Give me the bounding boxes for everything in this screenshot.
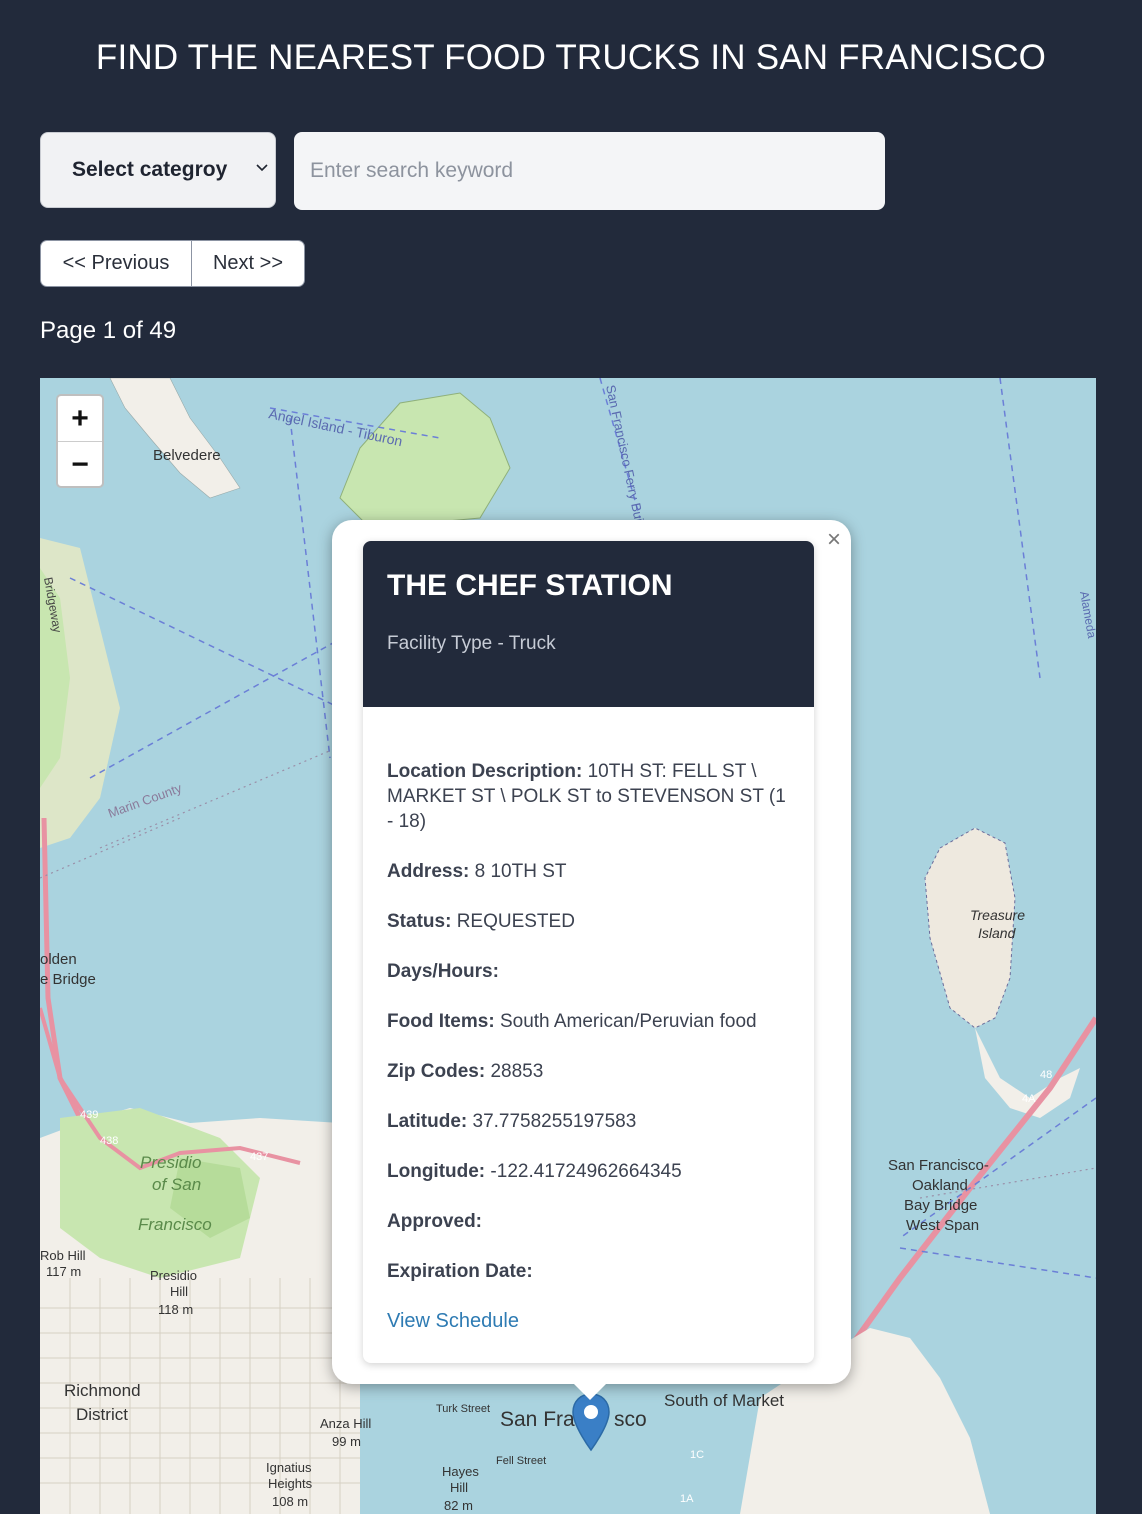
svg-text:117 m: 117 m bbox=[46, 1264, 81, 1279]
popup-tip bbox=[573, 1383, 607, 1400]
svg-text:Turk Street: Turk Street bbox=[436, 1403, 490, 1415]
truck-popup: × THE CHEF STATION Facility Type - Truck… bbox=[332, 520, 851, 1384]
svg-text:Ignatius: Ignatius bbox=[266, 1460, 312, 1475]
page-title: FIND THE NEAREST FOOD TRUCKS IN SAN FRAN… bbox=[95, 38, 1047, 77]
detail-location: Location Description: 10TH ST: FELL ST \… bbox=[387, 761, 786, 832]
detail-approved: Approved: bbox=[387, 1211, 482, 1232]
svg-text:West Span: West Span bbox=[906, 1217, 979, 1234]
svg-text:Hill: Hill bbox=[450, 1480, 468, 1495]
detail-zip-codes: Zip Codes: 28853 bbox=[387, 1061, 544, 1082]
svg-text:1A: 1A bbox=[680, 1493, 694, 1505]
svg-text:Presidio: Presidio bbox=[140, 1153, 201, 1172]
svg-text:1C: 1C bbox=[690, 1449, 704, 1461]
svg-text:Richmond: Richmond bbox=[64, 1381, 141, 1400]
truck-card-header: THE CHEF STATION Facility Type - Truck bbox=[363, 541, 814, 707]
map-marker-icon[interactable] bbox=[571, 1392, 611, 1454]
svg-text:South of Market: South of Market bbox=[664, 1391, 784, 1410]
svg-text:Anza Hill: Anza Hill bbox=[320, 1416, 371, 1431]
svg-text:Oakland: Oakland bbox=[912, 1177, 968, 1194]
svg-text:Treasure: Treasure bbox=[970, 907, 1025, 923]
detail-address: Address: 8 10TH ST bbox=[387, 861, 567, 882]
svg-text:e Bridge: e Bridge bbox=[40, 971, 96, 988]
svg-text:sco: sco bbox=[614, 1408, 647, 1431]
svg-text:99 m: 99 m bbox=[332, 1434, 361, 1449]
detail-latitude: Latitude: 37.7758255197583 bbox=[387, 1111, 637, 1132]
svg-text:Presidio: Presidio bbox=[150, 1268, 197, 1283]
view-schedule-link[interactable]: View Schedule bbox=[387, 1309, 790, 1334]
page-indicator: Page 1 of 49 bbox=[40, 317, 177, 344]
svg-text:439: 439 bbox=[80, 1109, 98, 1121]
svg-text:Bay Bridge: Bay Bridge bbox=[904, 1197, 977, 1214]
pagination: << Previous Next >> bbox=[40, 240, 305, 287]
truck-details: Location Description: 10TH ST: FELL ST \… bbox=[363, 707, 814, 1334]
detail-food-items: Food Items: South American/Peruvian food bbox=[387, 1011, 757, 1032]
category-select[interactable]: Select categroy bbox=[40, 132, 276, 208]
svg-text:4A: 4A bbox=[1022, 1093, 1036, 1105]
svg-text:48: 48 bbox=[1040, 1069, 1052, 1081]
category-select-value: Select categroy bbox=[72, 158, 228, 181]
svg-text:Hill: Hill bbox=[170, 1284, 188, 1299]
map[interactable]: Belvedere olden e Bridge Rob Hill 117 m … bbox=[40, 378, 1096, 1514]
svg-text:Fell Street: Fell Street bbox=[496, 1455, 546, 1467]
close-icon[interactable]: × bbox=[827, 526, 841, 554]
svg-text:Heights: Heights bbox=[268, 1476, 313, 1491]
previous-button[interactable]: << Previous bbox=[41, 241, 192, 286]
svg-text:Rob Hill: Rob Hill bbox=[40, 1248, 86, 1263]
svg-text:82 m: 82 m bbox=[444, 1498, 473, 1513]
svg-text:Island: Island bbox=[978, 925, 1017, 941]
svg-text:108 m: 108 m bbox=[272, 1494, 308, 1509]
next-button[interactable]: Next >> bbox=[192, 241, 304, 286]
svg-text:Hayes: Hayes bbox=[442, 1464, 479, 1479]
zoom-control: + − bbox=[56, 394, 104, 488]
svg-text:of San: of San bbox=[152, 1175, 201, 1194]
search-input[interactable] bbox=[294, 132, 885, 210]
svg-text:437: 437 bbox=[250, 1151, 268, 1163]
truck-name: THE CHEF STATION bbox=[387, 569, 673, 602]
detail-days-hours: Days/Hours: bbox=[387, 961, 499, 982]
detail-longitude: Longitude: -122.41724962664345 bbox=[387, 1161, 682, 1182]
zoom-in-button[interactable]: + bbox=[58, 396, 102, 442]
svg-text:San Francisco-: San Francisco- bbox=[888, 1157, 989, 1174]
svg-text:District: District bbox=[76, 1405, 128, 1424]
svg-text:118 m: 118 m bbox=[158, 1302, 193, 1317]
detail-expiration-date: Expiration Date: bbox=[387, 1261, 533, 1282]
svg-text:Belvedere: Belvedere bbox=[153, 447, 221, 464]
detail-status: Status: REQUESTED bbox=[387, 911, 575, 932]
svg-text:San Fra: San Fra bbox=[500, 1408, 575, 1431]
zoom-out-button[interactable]: − bbox=[58, 442, 102, 486]
svg-text:olden: olden bbox=[40, 951, 77, 968]
svg-text:Francisco: Francisco bbox=[138, 1215, 212, 1234]
truck-card: THE CHEF STATION Facility Type - Truck L… bbox=[363, 541, 814, 1363]
chevron-down-icon bbox=[256, 164, 268, 172]
svg-text:438: 438 bbox=[100, 1135, 118, 1147]
facility-type: Facility Type - Truck bbox=[387, 633, 556, 654]
